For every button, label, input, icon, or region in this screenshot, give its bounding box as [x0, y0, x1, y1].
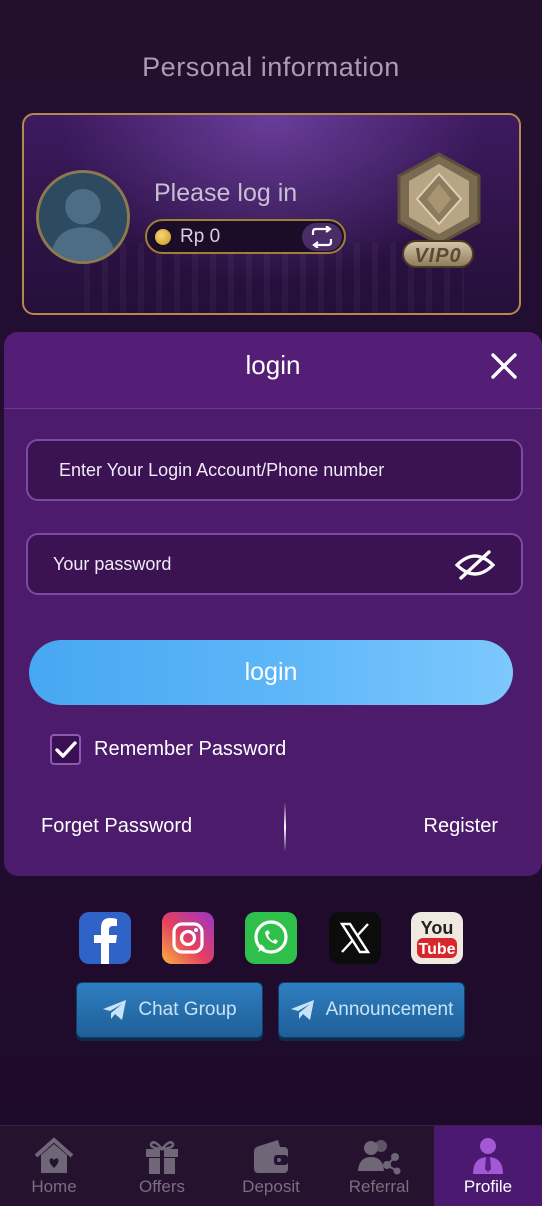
- modal-title: login: [245, 350, 301, 380]
- modal-header: login: [4, 332, 542, 409]
- profile-icon: [473, 1138, 503, 1174]
- forget-password-link[interactable]: Forget Password: [41, 815, 192, 838]
- vip-badge[interactable]: VIP0: [391, 150, 487, 275]
- tab-profile[interactable]: Profile: [434, 1126, 542, 1206]
- svg-text:You: You: [421, 918, 454, 938]
- chat-group-button[interactable]: Chat Group: [76, 982, 263, 1038]
- eye-hidden-icon[interactable]: [453, 550, 497, 580]
- tab-deposit[interactable]: Deposit: [217, 1126, 325, 1206]
- youtube-icon[interactable]: You Tube: [411, 912, 463, 964]
- coin-icon: [155, 228, 171, 245]
- tab-referral-label: Referral: [348, 1177, 410, 1196]
- announcement-button[interactable]: Announcement: [278, 982, 465, 1038]
- page-title: Personal information: [142, 52, 400, 82]
- instagram-icon[interactable]: [162, 912, 214, 964]
- referral-icon: [358, 1140, 401, 1175]
- vip-hexagon-icon: [397, 152, 481, 246]
- facebook-icon[interactable]: [79, 912, 131, 964]
- tab-deposit-label: Deposit: [242, 1177, 300, 1196]
- password-input[interactable]: Your password: [26, 533, 523, 595]
- link-divider: [284, 802, 286, 852]
- close-icon[interactable]: [490, 352, 518, 380]
- gift-icon: [146, 1141, 178, 1174]
- checkmark-icon: [54, 740, 77, 758]
- vip-level-label: VIP0: [402, 240, 474, 268]
- announcement-label: Announcement: [325, 999, 454, 1020]
- remember-label: Remember Password: [94, 738, 287, 760]
- bottom-tab-bar: Home Offers Deposit Referral Profile: [0, 1125, 542, 1206]
- account-placeholder: Enter Your Login Account/Phone number: [59, 459, 385, 480]
- telegram-icon: [103, 1000, 127, 1020]
- home-icon: [34, 1137, 74, 1173]
- whatsapp-icon[interactable]: [245, 912, 297, 964]
- password-placeholder: Your password: [53, 553, 172, 574]
- svg-text:Tube: Tube: [418, 941, 455, 958]
- tab-profile-label: Profile: [463, 1177, 513, 1196]
- tab-home[interactable]: Home: [0, 1126, 108, 1206]
- tab-home-label: Home: [31, 1177, 77, 1196]
- x-icon[interactable]: [329, 912, 381, 964]
- account-input[interactable]: Enter Your Login Account/Phone number: [26, 439, 523, 501]
- refresh-balance-button[interactable]: [302, 223, 342, 251]
- login-prompt[interactable]: Please log in: [154, 179, 297, 208]
- balance-value: Rp 0: [180, 225, 221, 247]
- remember-checkbox[interactable]: [50, 734, 81, 765]
- login-button[interactable]: login: [29, 640, 513, 705]
- refresh-icon: [311, 226, 333, 248]
- social-links: You Tube: [0, 912, 542, 964]
- avatar[interactable]: [36, 170, 130, 264]
- tab-offers[interactable]: Offers: [108, 1126, 216, 1206]
- wallet-icon: [254, 1140, 288, 1173]
- register-link[interactable]: Register: [424, 815, 498, 838]
- remember-password-row[interactable]: Remember Password: [50, 734, 286, 765]
- user-silhouette-icon: [39, 173, 127, 261]
- telegram-icon: [290, 1000, 314, 1020]
- tab-offers-label: Offers: [139, 1177, 185, 1196]
- chat-group-label: Chat Group: [138, 999, 237, 1020]
- balance-pill: Rp 0: [145, 219, 346, 254]
- login-modal: login Enter Your Login Account/Phone num…: [4, 332, 542, 876]
- tab-referral[interactable]: Referral: [325, 1126, 433, 1206]
- profile-card: Please log in Rp 0 VIP0: [22, 113, 521, 315]
